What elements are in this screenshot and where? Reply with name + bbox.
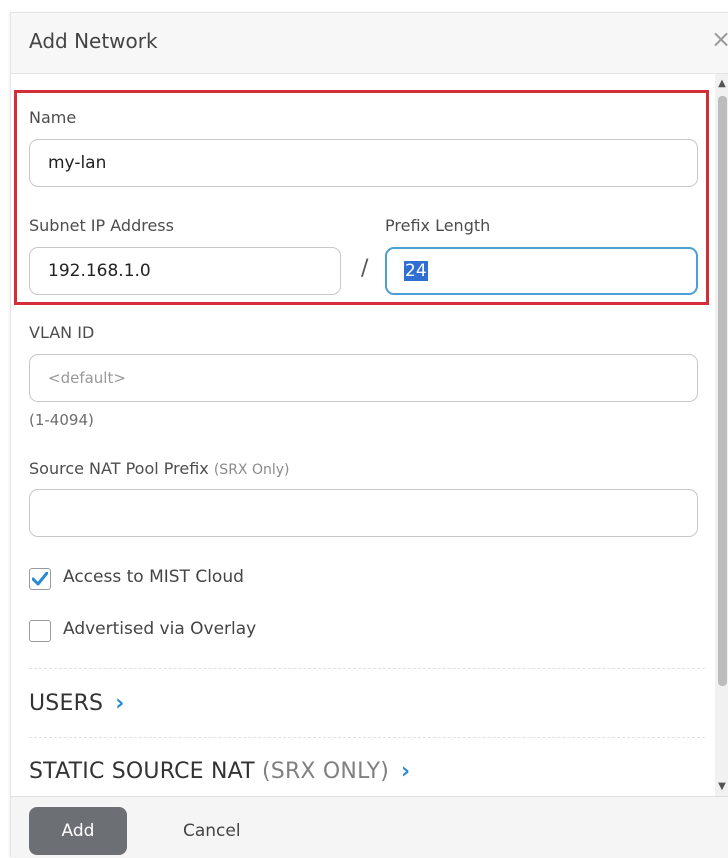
nat-pool-label-text: Source NAT Pool Prefix <box>29 459 209 478</box>
dialog-body: Name my-lan Subnet IP Address 192.168.1.… <box>11 74 728 796</box>
add-button[interactable]: Add <box>29 807 127 855</box>
cancel-button[interactable]: Cancel <box>183 807 241 855</box>
subnet-separator: / <box>361 256 369 281</box>
scroll-down-arrow-icon[interactable]: ▼ <box>715 780 728 794</box>
section-divider <box>29 737 705 738</box>
nat-pool-srx-note: (SRX Only) <box>213 462 290 478</box>
users-section-label: USERS <box>29 691 104 716</box>
nat-pool-input[interactable] <box>29 489 698 537</box>
scroll-up-arrow-icon[interactable]: ▲ <box>715 77 728 91</box>
nat-pool-label: Source NAT Pool Prefix (SRX Only) <box>29 459 290 478</box>
checkmark-icon <box>32 572 48 586</box>
name-input[interactable]: my-lan <box>29 139 698 187</box>
vlan-range-hint: (1-4094) <box>29 411 94 429</box>
prefix-input[interactable]: 24 <box>385 247 698 295</box>
chevron-right-icon: › <box>115 691 125 716</box>
add-network-dialog: Add Network × Name my-lan Subnet IP Addr… <box>10 12 728 858</box>
close-icon[interactable]: × <box>711 27 728 51</box>
users-section-toggle[interactable]: USERS › <box>29 691 125 716</box>
vlan-placeholder: <default> <box>48 369 126 387</box>
name-label: Name <box>29 108 77 127</box>
subnet-input[interactable]: 192.168.1.0 <box>29 247 341 295</box>
static-nat-section-toggle[interactable]: STATIC SOURCE NAT (SRX ONLY) › <box>29 759 410 784</box>
scroll-thumb[interactable] <box>718 96 727 686</box>
chevron-right-icon: › <box>401 759 411 784</box>
dialog-title: Add Network <box>29 29 158 53</box>
subnet-label: Subnet IP Address <box>29 216 174 235</box>
static-nat-srx-note: (SRX ONLY) <box>262 759 390 784</box>
overlay-label[interactable]: Advertised via Overlay <box>63 619 256 639</box>
prefix-label: Prefix Length <box>385 216 491 235</box>
dialog-header: Add Network × <box>11 13 728 74</box>
static-nat-section-label: STATIC SOURCE NAT <box>29 759 255 784</box>
mist-cloud-checkbox[interactable] <box>29 568 51 590</box>
vlan-input[interactable]: <default> <box>29 354 698 402</box>
vlan-label: VLAN ID <box>29 323 95 342</box>
mist-cloud-label[interactable]: Access to MIST Cloud <box>63 567 244 587</box>
dialog-footer: Add Cancel <box>11 796 728 858</box>
scrollbar[interactable]: ▲ ▼ <box>715 74 728 796</box>
overlay-checkbox[interactable] <box>29 620 51 642</box>
prefix-selected-text: 24 <box>404 261 428 281</box>
section-divider <box>29 668 705 669</box>
